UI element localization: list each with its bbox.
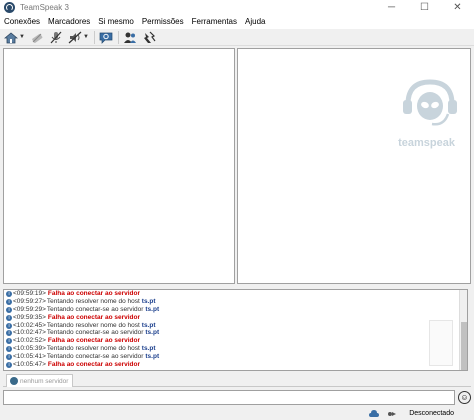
log-message: Tentando conectar-se ao servidor — [46, 305, 144, 313]
log-timestamp: <10:05:41> — [13, 353, 46, 361]
log-host-link[interactable]: ts.pt — [142, 298, 156, 306]
log-timestamp: <10:05:47> — [13, 361, 46, 369]
log-watermark — [429, 320, 453, 366]
log-message: Tentando resolver nome do host — [46, 297, 140, 305]
log-timestamp: <10:02:52> — [13, 337, 46, 345]
chevron-down-icon[interactable]: ▼ — [19, 34, 25, 40]
chevron-down-icon[interactable]: ▼ — [83, 34, 89, 40]
log-message: Tentando conectar-se ao servidor — [46, 329, 144, 337]
log-host-link[interactable]: ts.pt — [142, 322, 156, 330]
info-icon: i — [6, 361, 12, 368]
mute-microphone-icon — [49, 31, 63, 44]
title-bar: TeamSpeak 3 ─ ☐ ✕ — [0, 0, 474, 15]
mute-speakers-icon — [68, 31, 82, 44]
minimize-button[interactable]: ─ — [375, 0, 408, 15]
mute-microphone-button[interactable] — [49, 30, 63, 45]
disconnect-icon — [30, 31, 44, 44]
toolbar-separator — [93, 30, 95, 44]
log-line: i <10:05:39> Tentando resolver nome do hos… — [4, 345, 467, 353]
mute-speakers-button[interactable]: ▼ — [68, 30, 89, 45]
log-message: Tentando resolver nome do host — [46, 321, 140, 329]
log-line: i <09:59:35> Falha ao conectar ao servidor — [4, 314, 467, 322]
log-timestamp: <09:59:29> — [13, 305, 46, 313]
log-message: Tentando resolver nome do host — [46, 345, 140, 353]
smiley-icon: ☺ — [460, 393, 469, 402]
log-line: i <10:05:47> Falha ao conectar ao servidor — [4, 361, 467, 369]
status-bar: Desconectado — [0, 407, 474, 420]
log-line: i <10:02:47> Tentando conectar-se ao servi… — [4, 329, 467, 337]
away-button[interactable] — [99, 30, 113, 45]
emoticon-button[interactable]: ☺ — [458, 391, 471, 404]
info-icon: i — [6, 290, 12, 297]
server-icon — [10, 377, 18, 385]
info-icon: i — [6, 354, 12, 361]
chat-input[interactable] — [3, 390, 455, 405]
info-icon: i — [6, 298, 12, 305]
window-title: TeamSpeak 3 — [20, 3, 69, 12]
channel-tree-panel[interactable] — [3, 48, 235, 284]
contacts-icon — [123, 31, 137, 44]
menu-si-mesmo[interactable]: Si mesmo — [94, 15, 138, 29]
log-error-message: Falha ao conectar ao servidor — [47, 313, 141, 321]
status-indicator-icon — [387, 410, 397, 418]
whisper-button[interactable] — [142, 30, 156, 45]
server-log[interactable]: i <09:59:19> Falha ao conectar ao servidor… — [3, 289, 468, 371]
disconnect-button[interactable] — [30, 30, 44, 45]
log-host-link[interactable]: ts.pt — [145, 329, 159, 337]
log-scrollbar[interactable] — [459, 290, 467, 370]
info-icon: i — [6, 314, 12, 321]
connect-button[interactable]: ▼ — [4, 30, 25, 45]
log-scrollbar-thumb[interactable] — [461, 322, 467, 370]
log-timestamp: <09:59:35> — [13, 313, 46, 321]
log-host-link[interactable]: ts.pt — [145, 353, 159, 361]
whisper-icon — [142, 31, 156, 44]
info-icon: i — [6, 338, 12, 345]
log-message: Tentando conectar-se ao servidor — [46, 353, 144, 361]
log-error-message: Falha ao conectar ao servidor — [47, 290, 141, 297]
server-tab-label: nenhum servidor — [20, 377, 69, 385]
close-button[interactable]: ✕ — [441, 0, 474, 15]
log-timestamp: <10:02:45> — [13, 321, 46, 329]
teamspeak-app-icon — [4, 2, 15, 13]
teamspeak-logo-text: teamspeak — [398, 137, 455, 149]
log-line: i <10:05:41> Tentando conectar-se ao servi… — [4, 353, 467, 361]
log-timestamp: <09:59:19> — [13, 290, 46, 297]
menu-ferramentas[interactable]: Ferramentas — [188, 15, 241, 29]
menu-ajuda[interactable]: Ajuda — [241, 15, 269, 29]
log-host-link[interactable]: ts.pt — [142, 345, 156, 353]
log-timestamp: <10:05:39> — [13, 345, 46, 353]
toolbar: ▼ ▼ — [0, 29, 474, 46]
server-tab-bar: nenhum servidor — [3, 373, 471, 387]
info-icon: i — [6, 330, 12, 337]
info-icon: i — [6, 322, 12, 329]
log-line: i <10:02:45> Tentando resolver nome do hos… — [4, 322, 467, 330]
menu-conexoes[interactable]: Conexões — [0, 15, 44, 29]
log-line: i <09:59:19> Falha ao conectar ao servidor — [4, 290, 467, 298]
menu-permissoes[interactable]: Permissões — [138, 15, 188, 29]
log-error-message: Falha ao conectar ao servidor — [47, 337, 141, 345]
log-error-message: Falha ao conectar ao servidor — [47, 361, 141, 369]
connect-icon — [4, 31, 18, 44]
window-controls: ─ ☐ ✕ — [375, 0, 474, 15]
connection-status: Desconectado — [409, 410, 454, 417]
log-timestamp: <09:59:27> — [13, 297, 46, 305]
maximize-button[interactable]: ☐ — [408, 0, 441, 15]
log-line: i <09:59:27> Tentando resolver nome do hos… — [4, 298, 467, 306]
info-panel: teamspeak — [237, 48, 471, 284]
menu-bar: Conexões Marcadores Si mesmo Permissões … — [0, 15, 474, 29]
log-line: i <10:02:52> Falha ao conectar ao servidor — [4, 337, 467, 345]
log-timestamp: <10:02:47> — [13, 329, 46, 337]
menu-marcadores[interactable]: Marcadores — [44, 15, 94, 29]
contacts-button[interactable] — [123, 30, 137, 45]
log-line: i <09:59:29> Tentando conectar-se ao servi… — [4, 306, 467, 314]
server-tab[interactable]: nenhum servidor — [6, 374, 73, 387]
info-icon: i — [6, 306, 12, 313]
info-icon: i — [6, 346, 12, 353]
away-icon — [99, 31, 113, 44]
toolbar-separator — [117, 30, 119, 44]
log-host-link[interactable]: ts.pt — [145, 306, 159, 314]
cloud-icon[interactable] — [369, 409, 380, 418]
